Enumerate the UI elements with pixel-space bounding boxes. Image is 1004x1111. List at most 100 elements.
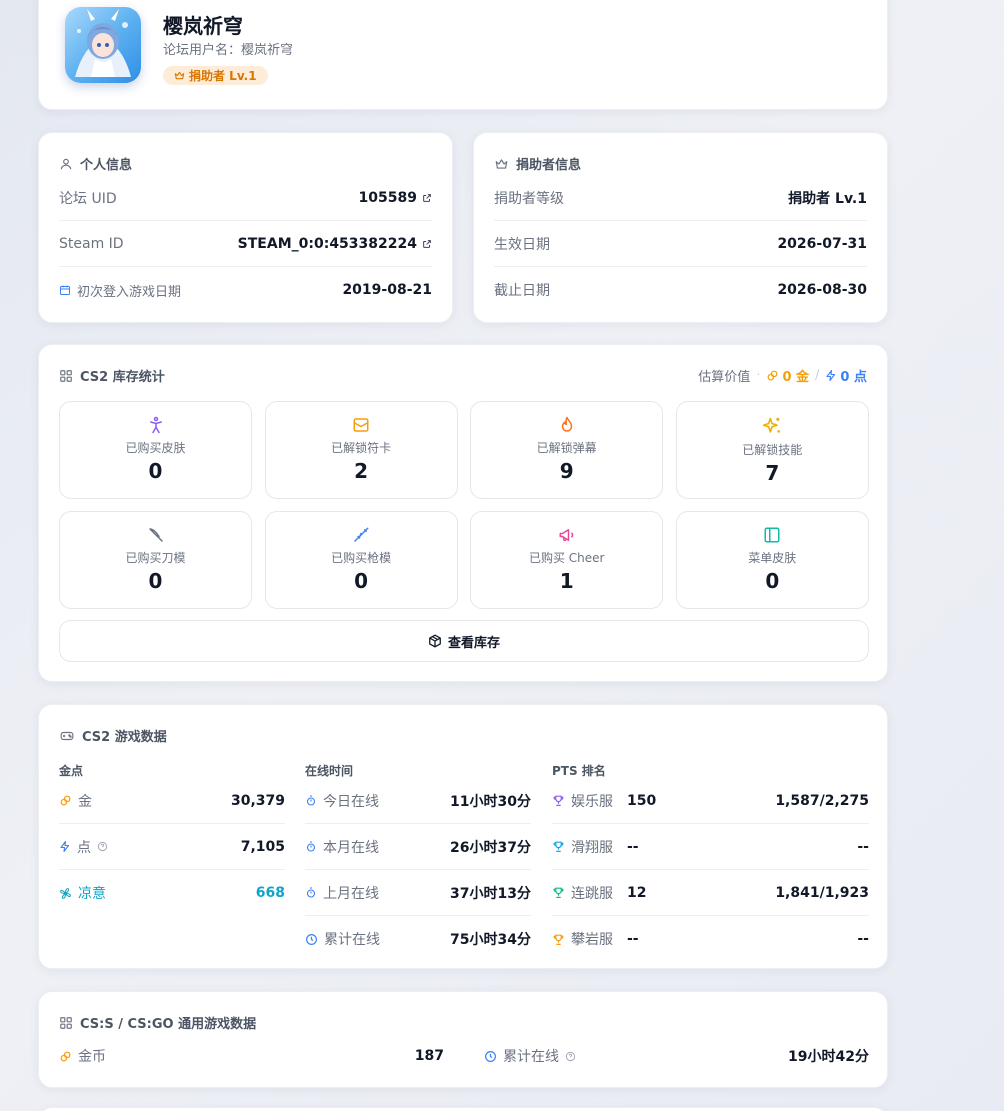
online-today-row: 今日在线 11小时30分: [305, 778, 531, 824]
forum-username: 论坛用户名：樱岚祈穹: [163, 39, 293, 58]
csgo-online-row: 累计在线 19小时42分: [484, 1040, 869, 1072]
uid-value: 105589: [358, 189, 417, 206]
forum-username-value: 樱岚祈穹: [241, 43, 294, 58]
estimate-points-value: 0 点: [840, 370, 867, 385]
rank-row: 滑翔服 -- --: [552, 824, 869, 870]
lightning-icon: [59, 840, 71, 853]
help-icon[interactable]: [565, 1051, 576, 1062]
inventory-card: CS2 库存统计 估算价值 · 0 金 / 0 点 已购买皮肤 0 已解锁符卡 …: [38, 344, 888, 682]
rank-pts: --: [627, 838, 639, 855]
coins-icon: [766, 369, 779, 382]
trophy-icon: [552, 840, 565, 853]
coins-icon: [59, 794, 72, 807]
inventory-title-text: CS2 库存统计: [80, 370, 165, 385]
grid-icon: [59, 1016, 73, 1030]
first-login-row: 初次登入游戏日期 2019-08-21: [59, 267, 432, 313]
grid-icon: [59, 369, 73, 383]
points-value: 7,105: [240, 838, 285, 855]
profile-name: 樱岚祈穹: [163, 14, 243, 38]
tile-cheer[interactable]: 已购买 Cheer 1: [470, 511, 664, 609]
estimate-points: 0 点: [825, 366, 867, 385]
tile-cards[interactable]: 已解锁符卡 2: [264, 401, 458, 499]
first-login-label-wrap: 初次登入游戏日期: [59, 281, 181, 300]
coins-icon: [59, 1050, 72, 1063]
cool-label: 凉意: [78, 886, 106, 902]
rank-label: 攀岩服: [571, 932, 613, 948]
donor-level-label: 捐助者等级: [494, 190, 564, 207]
tile-value: 0: [354, 569, 369, 593]
online-total-label-wrap: 累计在线: [305, 929, 450, 949]
online-last-month-row: 上月在线 37小时13分: [305, 870, 531, 916]
estimated-value: 估算价值 · 0 金 / 0 点: [698, 366, 867, 385]
gamepad-icon: [59, 729, 75, 743]
csgo-online-value: 19小时42分: [788, 1049, 869, 1065]
tile-label: 已解锁技能: [742, 443, 803, 457]
online-header: 在线时间: [305, 764, 354, 778]
donor-badge-label: 捐助者 Lv.1: [189, 69, 257, 83]
flame-icon: [558, 416, 576, 434]
personal-info-title-text: 个人信息: [80, 158, 133, 173]
rank-label: 连跳服: [571, 885, 613, 902]
points-row: 点 7,105: [59, 824, 285, 870]
csgo-coins-label-wrap: 金币: [59, 1046, 106, 1066]
rank-position: 1,587/2,275: [775, 792, 869, 809]
gold-label-wrap: 金: [59, 791, 231, 811]
rank-label-wrap: 连跳服: [552, 883, 627, 903]
rifle-icon: [352, 526, 370, 544]
tile-menu-skins[interactable]: 菜单皮肤 0: [675, 511, 869, 609]
avatar[interactable]: [65, 7, 141, 83]
gold-row: 金 30,379: [59, 778, 285, 824]
donor-info-title-text: 捐助者信息: [516, 158, 582, 173]
tile-label: 已解锁符卡: [331, 441, 392, 455]
user-icon: [59, 157, 73, 171]
rank-pts: --: [627, 931, 639, 947]
tile-label: 已购买枪模: [331, 551, 392, 565]
rank-column: PTS 排名 娱乐服 150 1,587/2,275 滑翔服 -- -- 连跳服…: [552, 762, 869, 962]
tile-value: 1: [559, 569, 574, 593]
gold-label: 金: [78, 793, 92, 810]
donor-level-row: 捐助者等级 捐助者 Lv.1: [494, 175, 867, 221]
tile-knives[interactable]: 已购买刀模 0: [59, 511, 252, 609]
inventory-title: CS2 库存统计: [59, 366, 165, 385]
donor-level-value: 捐助者 Lv.1: [788, 190, 867, 207]
steam-label: Steam ID: [59, 235, 124, 252]
rank-position: --: [857, 931, 869, 947]
external-link-icon: [422, 239, 432, 249]
tile-guns[interactable]: 已购买枪模 0: [264, 511, 458, 609]
package-icon: [428, 634, 442, 648]
knife-icon: [147, 526, 165, 544]
megaphone-icon: [558, 526, 576, 544]
profile-card: 樱岚祈穹 论坛用户名：樱岚祈穹 捐助者 Lv.1: [38, 0, 888, 110]
online-total-row: 累计在线 75小时34分: [305, 916, 531, 962]
lightning-icon: [825, 369, 837, 382]
tile-skills[interactable]: 已解锁技能 7: [675, 401, 869, 499]
uid-link[interactable]: 105589: [359, 190, 432, 206]
rank-header: PTS 排名: [552, 764, 606, 778]
tile-barrage[interactable]: 已解锁弹幕 9: [470, 401, 664, 499]
csgo-online-label-wrap: 累计在线: [484, 1046, 576, 1066]
view-inventory-button[interactable]: 查看库存: [59, 620, 869, 662]
steam-link[interactable]: STEAM_0:0:453382224: [238, 236, 432, 252]
help-icon[interactable]: [97, 841, 108, 852]
view-inventory-label: 查看库存: [447, 635, 500, 651]
calendar-icon: [59, 284, 71, 296]
donor-info-title: 捐助者信息: [494, 154, 581, 173]
start-date-value: 2026-07-31: [777, 235, 867, 252]
online-month-value: 26小时37分: [450, 839, 531, 856]
online-last-month-label-wrap: 上月在线: [305, 883, 450, 903]
online-today-label: 今日在线: [323, 793, 379, 810]
trophy-icon: [552, 933, 565, 946]
online-month-label-wrap: 本月在线: [305, 837, 450, 857]
next-card: [38, 1107, 888, 1111]
tile-value: 7: [765, 461, 780, 485]
csgo-coins-row: 金币 187: [59, 1040, 444, 1072]
tile-label: 已购买皮肤: [125, 441, 186, 455]
rank-pts: 150: [627, 792, 657, 809]
tile-value: 9: [559, 459, 574, 483]
uid-label: 论坛 UID: [59, 190, 117, 207]
online-last-month-label: 上月在线: [323, 885, 379, 902]
start-date-label: 生效日期: [494, 236, 550, 253]
estimate-label: 估算价值: [698, 370, 751, 385]
tile-skins[interactable]: 已购买皮肤 0: [59, 401, 252, 499]
rank-position: 1,841/1,923: [775, 884, 869, 901]
